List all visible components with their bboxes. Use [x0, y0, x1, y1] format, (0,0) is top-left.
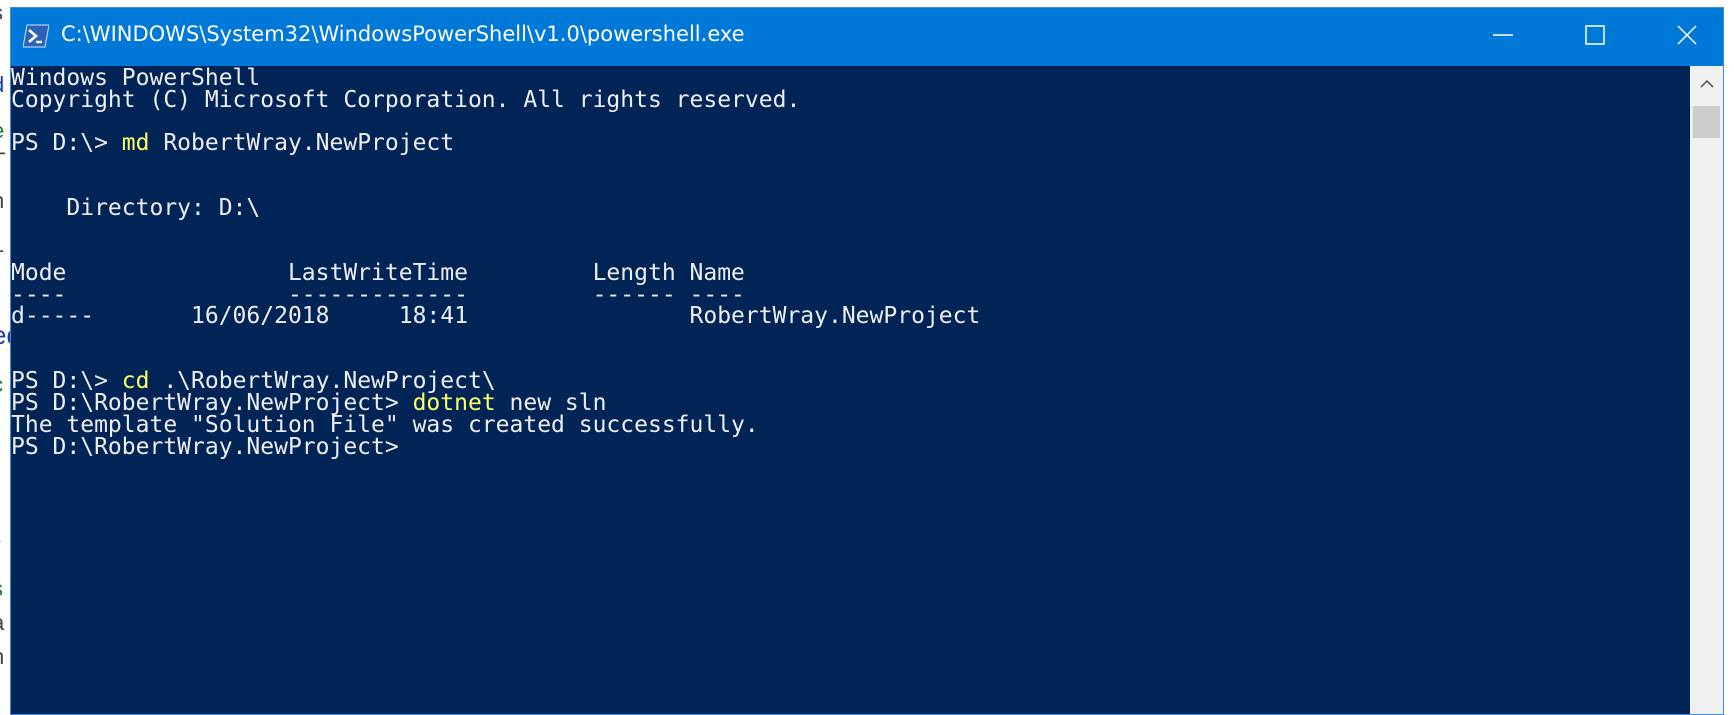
- background-text: d: [0, 72, 4, 98]
- background-text: n: [0, 188, 4, 214]
- title-bar[interactable]: C:\WINDOWS\System32\WindowsPowerShell\v1…: [11, 8, 1723, 66]
- scrollbar-thumb[interactable]: [1693, 106, 1720, 138]
- background-text: T: [0, 148, 5, 174]
- background-text: s: [0, 0, 3, 26]
- minimize-button[interactable]: [1457, 8, 1549, 66]
- prompt-text: PS D:\>: [11, 130, 122, 156]
- command-arguments: RobertWray.NewProject: [149, 130, 455, 156]
- powershell-icon[interactable]: [22, 24, 50, 48]
- scroll-up-button[interactable]: [1690, 66, 1723, 100]
- console-output[interactable]: Windows PowerShell Copyright (C) Microso…: [11, 66, 1691, 714]
- command-keyword: md: [121, 130, 150, 156]
- maximize-button[interactable]: [1549, 8, 1641, 66]
- background-text: a: [0, 610, 4, 636]
- window-title: C:\WINDOWS\System32\WindowsPowerShell\v1…: [61, 22, 745, 46]
- background-text: e: [0, 118, 4, 144]
- powershell-window: C:\WINDOWS\System32\WindowsPowerShell\v1…: [10, 7, 1724, 715]
- vertical-scrollbar[interactable]: [1690, 66, 1723, 714]
- command-line: PS D:\> md RobertWray.NewProject: [11, 131, 454, 155]
- listing-row: d----- 16/06/2018 18:41 RobertWray.NewPr…: [11, 303, 981, 329]
- background-text: r: [0, 530, 1, 561]
- background-text: 1: [0, 232, 4, 258]
- close-button[interactable]: [1641, 8, 1733, 66]
- background-text: n: [0, 644, 4, 670]
- chevron-up-icon: [1699, 74, 1714, 93]
- background-text: s: [0, 576, 3, 602]
- directory-heading: Directory: D:\: [11, 195, 261, 221]
- background-text: c: [0, 372, 3, 398]
- current-prompt[interactable]: PS D:\RobertWray.NewProject>: [11, 435, 399, 459]
- minimize-icon: [1493, 25, 1513, 49]
- banner-copyright-line: Copyright (C) Microsoft Corporation. All…: [11, 87, 801, 113]
- close-icon: [1677, 25, 1697, 49]
- maximize-icon: [1585, 25, 1605, 49]
